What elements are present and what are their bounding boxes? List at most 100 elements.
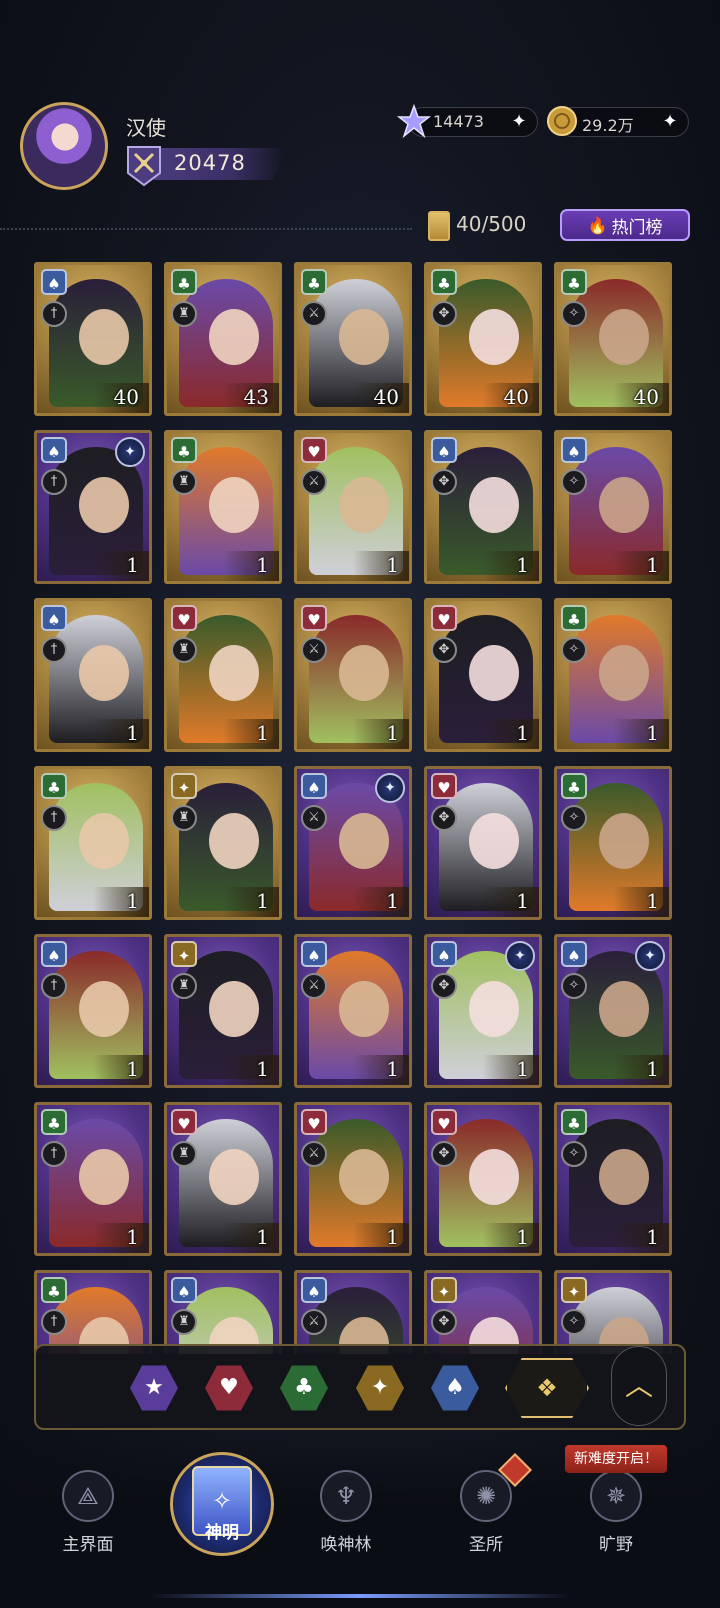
class-role-icon: ⚔ (301, 805, 327, 831)
deity-face (79, 1149, 129, 1205)
deity-card[interactable]: ♣ † (34, 1270, 152, 1354)
level-shade (93, 551, 149, 581)
club-suit-icon: ♣ (41, 1109, 67, 1135)
compass-icon: ✵ (590, 1470, 642, 1522)
player-avatar[interactable] (20, 102, 108, 190)
spade-suit-icon: ♠ (41, 605, 67, 631)
class-role-icon: ⚔ (301, 973, 327, 999)
header-divider (0, 228, 412, 230)
add-star-currency-button[interactable]: ✦ (507, 110, 531, 134)
card-level: 43 (243, 385, 269, 409)
level-shade (483, 1223, 539, 1253)
deity-card[interactable]: ✦ ♜ 1 (164, 934, 282, 1088)
class-role-icon: † (41, 637, 67, 663)
deity-card[interactable]: ♣ ✧ 1 (554, 1102, 672, 1256)
club-suit-icon: ♣ (561, 269, 587, 295)
card-level: 1 (516, 1057, 529, 1081)
deity-card[interactable]: ♥ ⚔ 1 (294, 598, 412, 752)
deity-face (339, 645, 389, 701)
deity-face (339, 1149, 389, 1205)
diamond-suit-icon: ✦ (171, 773, 197, 799)
collapse-chevron-icon[interactable]: ︿ (611, 1346, 667, 1426)
level-shade (613, 551, 669, 581)
deity-face (209, 1149, 259, 1205)
deity-card[interactable]: ♠ † 1 (34, 934, 152, 1088)
club-suit-icon: ♣ (561, 773, 587, 799)
deity-card[interactable]: ♥ ✥ 1 (424, 1102, 542, 1256)
deity-face (79, 645, 129, 701)
card-level: 1 (646, 1225, 659, 1249)
collection-capacity: 40/500 (456, 212, 527, 236)
class-role-icon: ♜ (171, 469, 197, 495)
level-shade (353, 551, 409, 581)
deity-card[interactable]: ♥ ⚔ 1 (294, 430, 412, 584)
deity-card[interactable]: ✦ ✧ (554, 1270, 672, 1354)
level-shade (483, 887, 539, 917)
class-role-icon: ✥ (431, 973, 457, 999)
deity-card[interactable]: ♠ ✥ 1 (424, 430, 542, 584)
card-level: 1 (516, 721, 529, 745)
deity-face (339, 813, 389, 869)
card-level: 1 (646, 553, 659, 577)
hot-ranking-button[interactable]: 🔥 热门榜 (560, 209, 690, 241)
deity-card[interactable]: ♠ ♜ (164, 1270, 282, 1354)
deity-card[interactable]: ♠ ✥ ✦ 1 (424, 934, 542, 1088)
deity-card[interactable]: ♣ ✧ 40 (554, 262, 672, 416)
nav-home[interactable]: ⟁ 主界面 (38, 1470, 138, 1560)
deity-card[interactable]: ♣ ♜ 43 (164, 262, 282, 416)
level-shade (353, 1223, 409, 1253)
spade-suit-icon: ♠ (41, 941, 67, 967)
deity-card[interactable]: ♣ ✧ 1 (554, 766, 672, 920)
level-shade (613, 719, 669, 749)
deity-card[interactable]: ✦ ✥ (424, 1270, 542, 1354)
deity-card[interactable]: ♠ ⚔ (294, 1270, 412, 1354)
level-shade (483, 1055, 539, 1085)
nav-summon-grove[interactable]: ♆ 唤神林 (296, 1470, 396, 1560)
club-suit-icon: ♣ (301, 269, 327, 295)
class-role-icon: ⚔ (301, 1141, 327, 1167)
class-role-icon: ✧ (561, 1309, 587, 1335)
card-level: 1 (646, 721, 659, 745)
deity-face (469, 309, 519, 365)
deity-card[interactable]: ♣ ⚔ 40 (294, 262, 412, 416)
class-role-icon: ✧ (561, 301, 587, 327)
awaken-star-icon: ✦ (375, 773, 405, 803)
deity-card[interactable]: ♥ ⚔ 1 (294, 1102, 412, 1256)
heart-suit-icon: ♥ (431, 605, 457, 631)
deity-card[interactable]: ♣ † 1 (34, 1102, 152, 1256)
nav-sanctuary[interactable]: ✺ 圣所 (436, 1470, 536, 1560)
deity-card[interactable]: ♠ ⚔ ✦ 1 (294, 766, 412, 920)
deity-face (79, 813, 129, 869)
nav-wilderness[interactable]: ✵ 旷野 (566, 1470, 666, 1560)
deity-card[interactable]: ♣ ✧ 1 (554, 598, 672, 752)
level-shade (93, 719, 149, 749)
add-gold-currency-button[interactable]: ✦ (658, 110, 682, 134)
spade-suit-icon: ♠ (301, 941, 327, 967)
deity-card[interactable]: ♥ ♜ 1 (164, 598, 282, 752)
all-suits-filter-icon[interactable]: ❖ (505, 1358, 589, 1418)
flame-icon: 🔥 (587, 215, 608, 235)
card-level: 1 (256, 1057, 269, 1081)
heart-suit-icon: ♥ (301, 605, 327, 631)
deity-face (209, 981, 259, 1037)
deity-card[interactable]: ♣ † 1 (34, 766, 152, 920)
card-level: 1 (516, 553, 529, 577)
card-level: 1 (386, 889, 399, 913)
deity-card[interactable]: ♠ ✧ ✦ 1 (554, 934, 672, 1088)
spade-suit-icon: ♠ (301, 1277, 327, 1303)
deity-card[interactable]: ♥ ✥ 1 (424, 598, 542, 752)
deity-card[interactable]: ♣ ✥ 40 (424, 262, 542, 416)
deity-card[interactable]: ♥ ♜ 1 (164, 1102, 282, 1256)
deity-card[interactable]: ♥ ✥ 1 (424, 766, 542, 920)
deity-card[interactable]: ♠ ⚔ 1 (294, 934, 412, 1088)
class-role-icon: † (41, 805, 67, 831)
new-difficulty-badge: 新难度开启！ (565, 1445, 667, 1473)
deity-card[interactable]: ♠ † ✦ 1 (34, 430, 152, 584)
deity-card[interactable]: ♠ ✧ 1 (554, 430, 672, 584)
deity-card[interactable]: ♠ † 40 (34, 262, 152, 416)
class-role-icon: † (41, 973, 67, 999)
deity-card[interactable]: ♣ ♜ 1 (164, 430, 282, 584)
deity-card[interactable]: ✦ ♜ 1 (164, 766, 282, 920)
spade-suit-icon: ♠ (41, 269, 67, 295)
deity-card[interactable]: ♠ † 1 (34, 598, 152, 752)
